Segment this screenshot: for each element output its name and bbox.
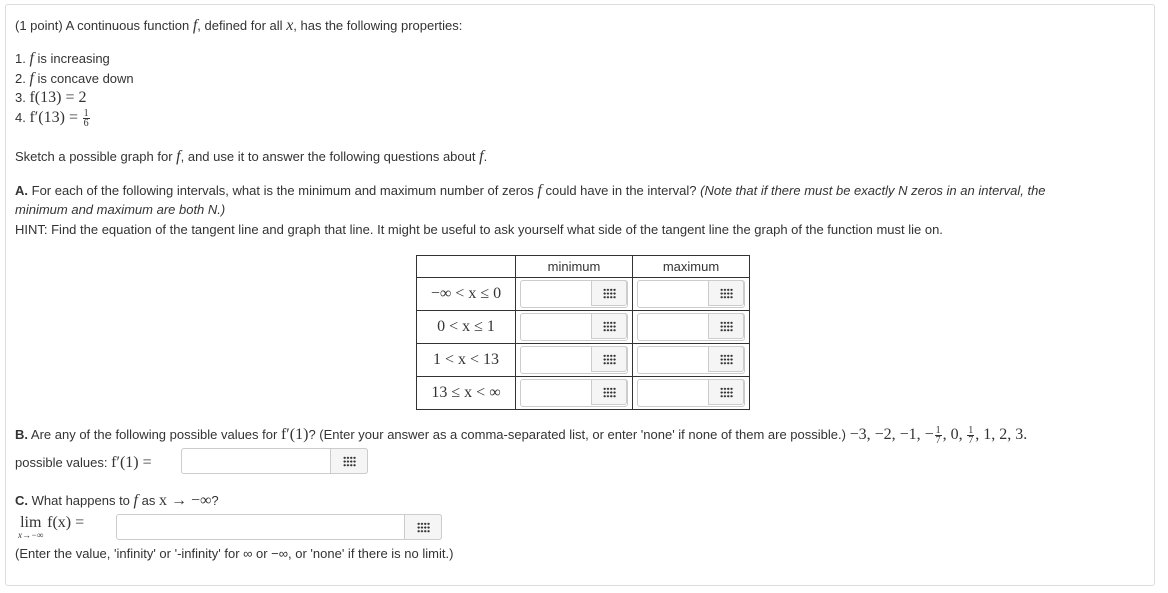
table-header-row: minimum maximum — [416, 255, 750, 278]
table-row: 13 ≤ x < ∞ — [416, 376, 750, 410]
min-zeros-input[interactable] — [520, 346, 628, 374]
part-b-input-label: possible values: f′(1) = — [15, 454, 152, 471]
keypad-icon — [602, 386, 616, 398]
fraction: 16 — [82, 108, 90, 130]
equation-editor-button[interactable] — [330, 448, 368, 474]
part-c-note: (Enter the value, 'infinity' or '-infini… — [15, 546, 454, 561]
equation-editor-button[interactable] — [708, 280, 744, 306]
equation-editor-button[interactable] — [404, 514, 442, 540]
column-header-maximum: maximum — [632, 255, 750, 278]
equation-editor-button[interactable] — [591, 280, 627, 306]
equation-editor-button[interactable] — [591, 346, 627, 372]
points-label: (1 point) — [15, 18, 63, 33]
keypad-icon — [416, 521, 430, 533]
property-item: 4. f′(13) = 16 — [15, 108, 90, 130]
problem-panel: (1 point) A continuous function f, defin… — [5, 4, 1155, 586]
zeros-table: minimum maximum −∞ < x ≤ 0 0 < x ≤ 1 1 <… — [416, 255, 750, 410]
interval-label: −∞ < x ≤ 0 — [416, 277, 516, 311]
column-header-minimum: minimum — [515, 255, 633, 278]
equation-editor-button[interactable] — [708, 346, 744, 372]
part-a-note: minimum and maximum are both N.) — [15, 202, 226, 217]
keypad-icon — [719, 386, 733, 398]
part-b-question: B. Are any of the following possible val… — [15, 425, 1028, 447]
keypad-icon — [602, 353, 616, 365]
part-a-hint: HINT: Find the equation of the tangent l… — [15, 222, 943, 237]
keypad-icon — [602, 287, 616, 299]
property-item: 3. f(13) = 2 — [15, 89, 87, 106]
interval-label: 13 ≤ x < ∞ — [416, 376, 516, 410]
table-row: −∞ < x ≤ 0 — [416, 277, 750, 311]
property-item: 2. f is concave down — [15, 70, 134, 87]
min-zeros-input[interactable] — [520, 379, 628, 407]
interval-label: 0 < x ≤ 1 — [416, 310, 516, 344]
limit-expression: lim x→−∞ f(x) = — [18, 514, 85, 540]
table-row: 1 < x < 13 — [416, 343, 750, 377]
max-zeros-input[interactable] — [637, 280, 745, 308]
min-zeros-input[interactable] — [520, 280, 628, 308]
table-row: 0 < x ≤ 1 — [416, 310, 750, 344]
keypad-icon — [602, 320, 616, 332]
interval-label: 1 < x < 13 — [416, 343, 516, 377]
keypad-icon — [719, 287, 733, 299]
max-zeros-input[interactable] — [637, 379, 745, 407]
keypad-icon — [719, 320, 733, 332]
keypad-icon — [342, 455, 356, 467]
property-item: 1. f is increasing — [15, 50, 110, 67]
max-zeros-input[interactable] — [637, 313, 745, 341]
min-zeros-input[interactable] — [520, 313, 628, 341]
part-a-question: A. For each of the following intervals, … — [15, 182, 1046, 199]
equation-editor-button[interactable] — [591, 379, 627, 405]
equation-editor-button[interactable] — [708, 379, 744, 405]
fraction: 17 — [967, 425, 975, 447]
limit-input[interactable] — [116, 514, 442, 540]
problem-intro: (1 point) A continuous function f, defin… — [15, 17, 463, 34]
keypad-icon — [719, 353, 733, 365]
fraction: 17 — [934, 425, 942, 447]
equation-editor-button[interactable] — [591, 313, 627, 339]
part-c-question: C. What happens to f as x → −∞? — [15, 492, 219, 509]
sketch-instruction: Sketch a possible graph for f, and use i… — [15, 148, 488, 165]
possible-values-input[interactable] — [181, 448, 368, 474]
max-zeros-input[interactable] — [637, 346, 745, 374]
equation-editor-button[interactable] — [708, 313, 744, 339]
